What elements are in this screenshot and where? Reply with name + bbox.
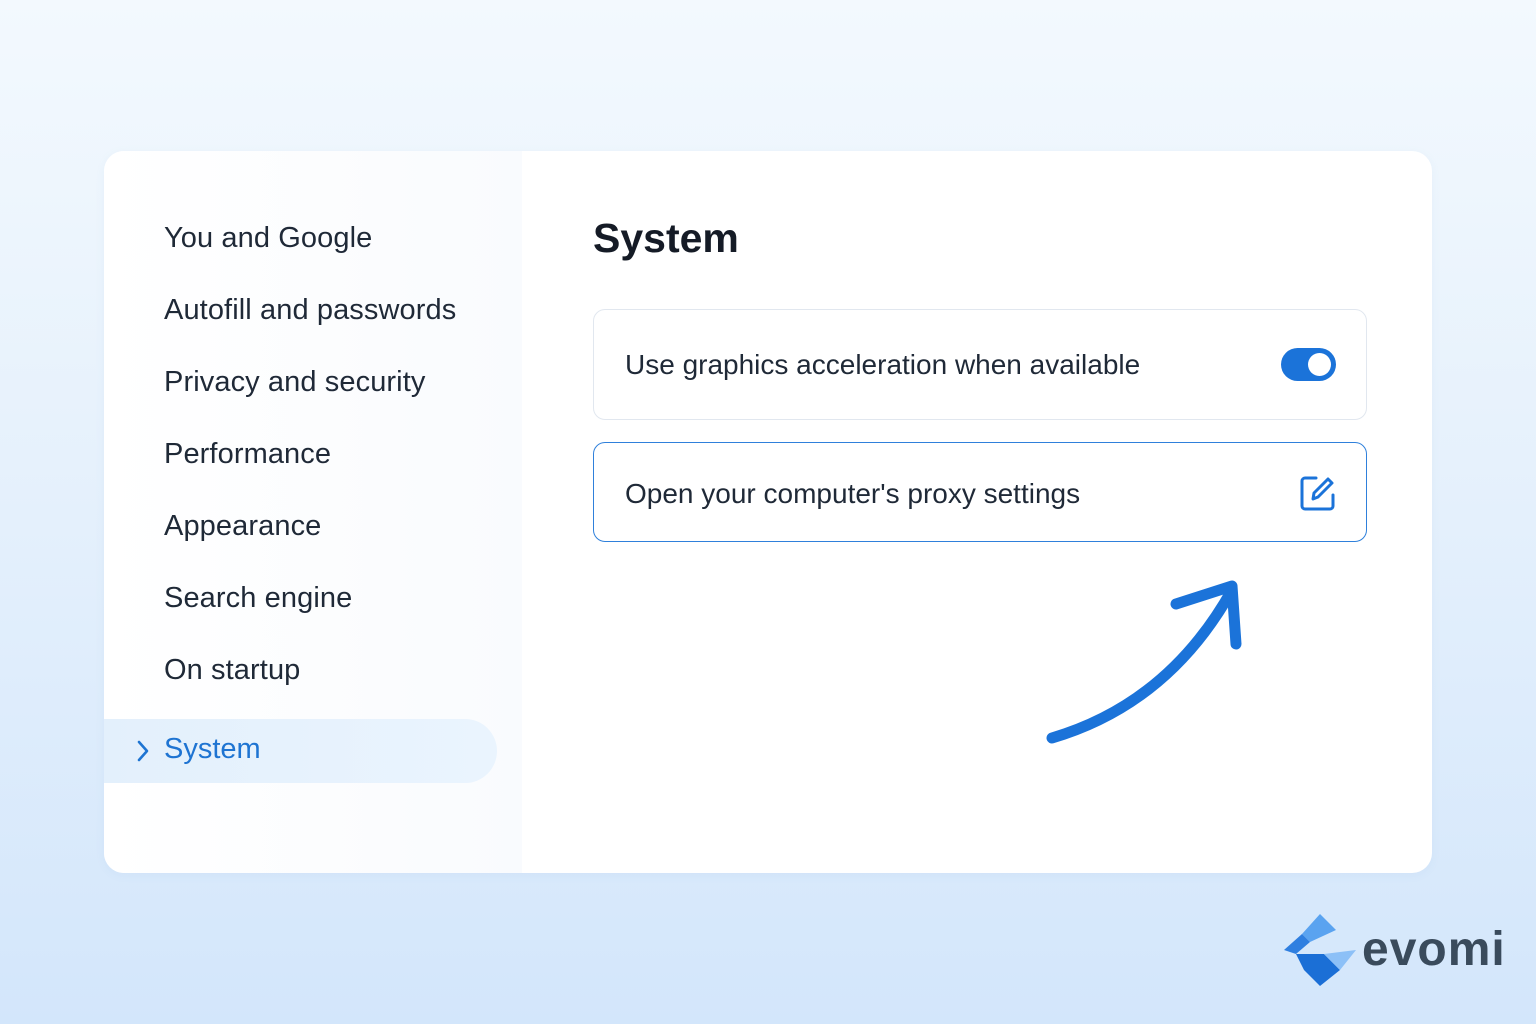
brand-name: evomi [1362, 923, 1506, 976]
sidebar-item-autofill[interactable]: Autofill and passwords [164, 294, 456, 327]
sidebar-item-performance[interactable]: Performance [164, 438, 331, 471]
external-link-icon[interactable] [1299, 474, 1337, 512]
proxy-settings-label: Open your computer's proxy settings [625, 478, 1081, 509]
sidebar-item-system[interactable]: System [104, 719, 497, 783]
sidebar-item-you-and-google[interactable]: You and Google [164, 222, 372, 255]
graphics-acceleration-row: Use graphics acceleration when available [593, 309, 1367, 420]
evomi-logo-icon [1284, 914, 1356, 986]
toggle-knob [1308, 353, 1331, 376]
graphics-acceleration-label: Use graphics acceleration when available [625, 349, 1141, 380]
settings-sidebar: You and Google Autofill and passwords Pr… [104, 151, 522, 873]
sidebar-item-appearance[interactable]: Appearance [164, 510, 321, 543]
graphics-acceleration-toggle[interactable] [1281, 348, 1336, 381]
sidebar-item-label: System [164, 733, 261, 765]
page-title: System [593, 215, 739, 261]
settings-panel: You and Google Autofill and passwords Pr… [104, 151, 1432, 873]
proxy-settings-row[interactable]: Open your computer's proxy settings [593, 442, 1367, 542]
sidebar-item-search-engine[interactable]: Search engine [164, 582, 352, 615]
curved-arrow-icon [1046, 580, 1242, 744]
brand-logo: evomi [1280, 912, 1505, 988]
sidebar-item-on-startup[interactable]: On startup [164, 654, 300, 687]
chevron-right-icon [137, 740, 149, 762]
sidebar-item-privacy[interactable]: Privacy and security [164, 366, 426, 399]
